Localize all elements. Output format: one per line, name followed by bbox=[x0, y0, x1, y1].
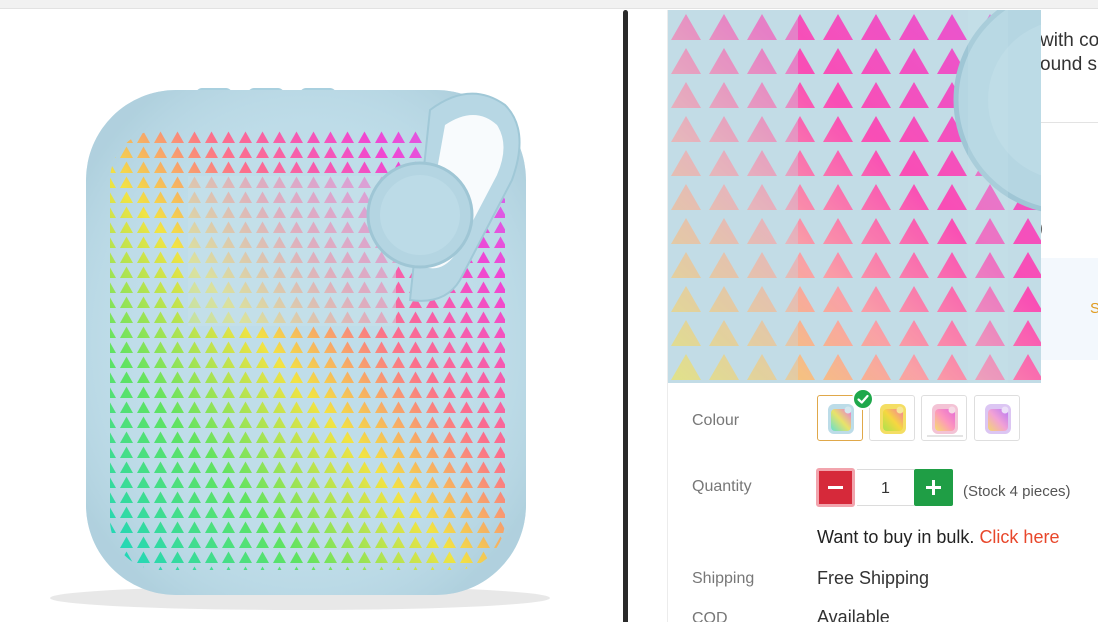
shipping-label: Shipping bbox=[692, 570, 755, 587]
zoom-lens-preview bbox=[668, 10, 1041, 383]
bulk-buy-link[interactable]: Click here bbox=[979, 527, 1059, 547]
stock-count: (Stock 4 pieces) bbox=[963, 483, 1071, 500]
colour-label: Colour bbox=[692, 412, 740, 429]
quantity-label: Quantity bbox=[692, 478, 752, 495]
speaker-image bbox=[50, 88, 550, 610]
product-page: with colound s ) S bbox=[0, 0, 1098, 622]
title-divider bbox=[1040, 122, 1098, 123]
promo-fragment: S bbox=[1090, 300, 1098, 317]
product-main-image[interactable] bbox=[0, 10, 624, 622]
quantity-increase-button[interactable] bbox=[914, 469, 953, 506]
bulk-buy-label: Want to buy in bulk. bbox=[817, 527, 975, 547]
minus-icon bbox=[828, 486, 843, 489]
bulk-buy-text: Want to buy in bulk. Click here bbox=[817, 527, 1059, 548]
plus-icon bbox=[926, 480, 941, 495]
shipping-value: Free Shipping bbox=[817, 568, 930, 588]
cod-value: Available bbox=[817, 607, 890, 622]
speaker-pink-thumbnail-icon bbox=[927, 404, 963, 437]
product-title-fragment: with col ound s bbox=[1040, 30, 1098, 75]
gutter bbox=[628, 10, 668, 622]
speaker-purple-thumbnail-icon bbox=[985, 404, 1011, 434]
quantity-input[interactable]: 1 bbox=[857, 469, 914, 506]
colour-swatch-pink[interactable] bbox=[921, 395, 967, 441]
top-strip bbox=[0, 0, 1098, 9]
speaker-yellow-thumbnail-icon bbox=[880, 404, 906, 434]
colour-swatch-yellow[interactable] bbox=[869, 395, 915, 441]
quantity-decrease-button[interactable] bbox=[816, 468, 855, 507]
selected-check-icon bbox=[852, 388, 874, 410]
cod-label: COD bbox=[692, 610, 728, 622]
colour-swatch-purple[interactable] bbox=[974, 395, 1020, 441]
zoomed-speaker-image bbox=[668, 10, 1041, 383]
